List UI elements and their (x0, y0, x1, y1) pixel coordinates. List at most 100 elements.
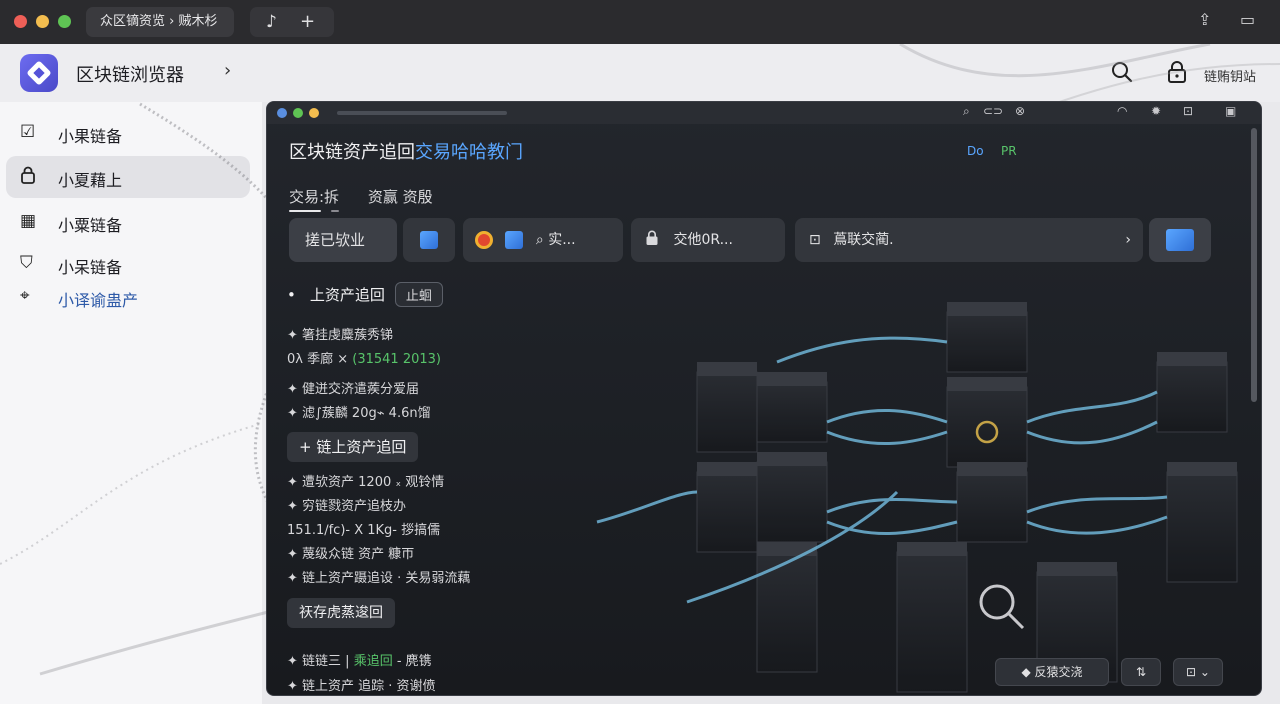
cube-icon (505, 231, 524, 249)
list-item: ✦ 箸挂虔麋蔟秀锑 (287, 328, 394, 343)
checkbox-icon: ☑ (20, 122, 36, 142)
status-suffix: - 麂镌 (396, 654, 432, 669)
panel-statusbar: ⌕ ⊂⊃ ⊗ ◠ ✹ ⊡ ▣ (267, 102, 1261, 124)
status-dot (293, 108, 303, 118)
grid-icon: ▦ (20, 211, 37, 231)
status-value: 乘追回 (353, 654, 393, 669)
panel-title-highlight: 交易哈哈教门 (415, 142, 523, 163)
magnifier-icon (979, 584, 1025, 630)
lock-icon (20, 166, 36, 189)
filter-value: 交他0R... (673, 232, 733, 248)
search-icon: ⌕ (535, 232, 544, 248)
related-tx-value: 蔦联交蔺. (833, 232, 894, 248)
settings-icon[interactable]: ⊗ (1015, 104, 1025, 118)
view-options-button[interactable]: ⊡ ⌄ (1173, 658, 1223, 686)
list-item: ✦ 链上资产 追踪 · 资谢偾 (287, 679, 436, 694)
sidebar-item-label: 小夏藉上 (58, 171, 123, 190)
tab-assets[interactable]: 资赢 资殷 (368, 188, 433, 206)
tab-controls: ♪ + (250, 7, 334, 37)
toggle-icon[interactable]: ⊂⊃ (983, 104, 1003, 118)
window-titlebar: 众区镝资览 › 贼木杉 ♪ + ⇪ ▭ (0, 0, 1280, 44)
stat-value: (31541 2013) (352, 352, 441, 367)
block-cube (1166, 462, 1238, 583)
tab-transactions[interactable]: 交易:拆 (289, 188, 339, 206)
block-cube (696, 362, 758, 453)
badge-pr: PR (1001, 144, 1017, 158)
badge-do: Do (967, 144, 984, 158)
sidebar: ☑ 小果链备 小夏藉上 ▦ 小粟链备 ⛉ 小呆链备 ⌖ 小译谕蛊产 (0, 102, 262, 704)
search-field[interactable]: ⌕ 实... (463, 218, 623, 262)
minimize-window-button[interactable] (36, 15, 49, 28)
chevron-right-icon[interactable]: › (224, 60, 231, 81)
block-cube (756, 372, 828, 443)
app-title: 区块链浏览器 (76, 65, 184, 86)
window-icon[interactable]: ▭ (1240, 10, 1255, 29)
panel-title: 区块链资产追回交易哈哈教门 (289, 138, 523, 164)
battery-icon: ▣ (1225, 104, 1237, 118)
close-window-button[interactable] (14, 15, 27, 28)
stat-row: 0λ 季廊 × (31541 2013) (287, 348, 441, 367)
cube-icon (420, 231, 438, 249)
report-button[interactable]: ◆ 反猿交浇 (995, 658, 1109, 686)
list-item: ✦ 链上资产蹑追设 · 关易弱流藕 (287, 571, 471, 586)
filter-field[interactable]: 交他0R... (631, 218, 785, 262)
section-1-title: 上资产追回 (309, 286, 385, 304)
block-cube (696, 462, 758, 553)
block-cube (956, 462, 1028, 543)
browser-tab[interactable]: 众区镝资览 › 贼木杉 (86, 7, 234, 37)
panel-tabs: 交易:拆 资赢 资殷 (289, 186, 457, 207)
sidebar-item-3[interactable]: ▦ 小粟链备 (6, 201, 250, 243)
sidebar-item-label: 小译谕蛊产 (58, 291, 139, 310)
share-icon[interactable]: ⇪ (1198, 10, 1211, 29)
main-panel: ⌕ ⊂⊃ ⊗ ◠ ✹ ⊡ ▣ 区块链资产追回交易哈哈教门 Do PR 交易:拆 … (266, 101, 1262, 696)
shield-icon: ⛉ (20, 253, 33, 273)
new-tab-button[interactable]: + (300, 7, 315, 37)
gear-icon[interactable]: ✹ (1151, 104, 1161, 118)
stop-button[interactable]: 止蛔 (394, 282, 443, 307)
sidebar-item-1[interactable]: ☑ 小果链备 (6, 112, 250, 154)
search-icon[interactable]: ⌕ (963, 104, 970, 119)
sidebar-item-label: 小粟链备 (58, 216, 123, 235)
sidebar-item-5[interactable]: ⌖ 小译谕蛊产 (6, 276, 250, 318)
recover-button[interactable]: 祆存虎蒸逡回 (287, 598, 395, 628)
block-cube-button[interactable] (403, 218, 455, 262)
audio-icon[interactable]: ♪ (266, 7, 277, 37)
block-cube (756, 452, 828, 543)
list-item: ✦ 遭欤资产 1200 ₓ 观铃情 (287, 475, 445, 490)
block-cube (946, 302, 1028, 373)
app-logo-icon[interactable] (20, 54, 58, 92)
list-item: ✦ 穷链戮资产追枝办 (287, 499, 407, 514)
block-cube (1156, 352, 1228, 433)
search-placeholder: 实... (548, 232, 576, 248)
calendar-icon: ⊡ (809, 232, 821, 248)
block-cube (896, 542, 968, 693)
edit-icon[interactable]: ⊡ (1183, 104, 1193, 118)
chevron-right-icon: › (1125, 232, 1131, 248)
token-icon (475, 231, 493, 249)
panel-title-main: 区块链资产追回 (289, 142, 415, 163)
sidebar-item-label: 小呆链备 (58, 258, 123, 277)
blockchain-illustration (596, 302, 1238, 693)
sort-button[interactable]: ⇅ (1121, 658, 1161, 686)
section-1-header: • 上资产追回 止蛔 (287, 282, 443, 307)
zoom-window-button[interactable] (58, 15, 71, 28)
sidebar-item-2[interactable]: 小夏藉上 (6, 156, 250, 198)
section-2-title[interactable]: + 链上资产追回 (287, 432, 419, 462)
search-icon[interactable] (1110, 60, 1134, 89)
lock-icon[interactable] (1166, 60, 1188, 89)
panel-toolbar: 搓已欤业 ⌕ 实... 交他0R... ⊡ 蔦联交蔺. › (285, 218, 1225, 264)
list-item: 151.1∕fc)- X 1Kg- 拶搞儒 (287, 523, 441, 538)
wifi-icon: ◠ (1117, 104, 1128, 118)
blocks-view-button[interactable] (1149, 218, 1211, 262)
bullet-icon: • (287, 286, 296, 304)
list-item: ✦ 健迸交济遣蒺分爱届 (287, 382, 420, 397)
sidebar-item-label: 小果链备 (58, 127, 123, 146)
status-dot (309, 108, 319, 118)
primary-action-button[interactable]: 搓已欤业 (289, 218, 397, 262)
stat-prefix: 0λ 季廊 × (287, 352, 349, 367)
active-tab-indicator (289, 210, 321, 212)
list-item: ✦ 滤∫蔟麟 20g⌁ 4.6n馏 (287, 406, 431, 421)
related-tx-field[interactable]: ⊡ 蔦联交蔺. › (795, 218, 1143, 262)
header-link[interactable]: 链贿钥站 (1204, 66, 1256, 85)
location-icon: ⌖ (20, 286, 30, 306)
